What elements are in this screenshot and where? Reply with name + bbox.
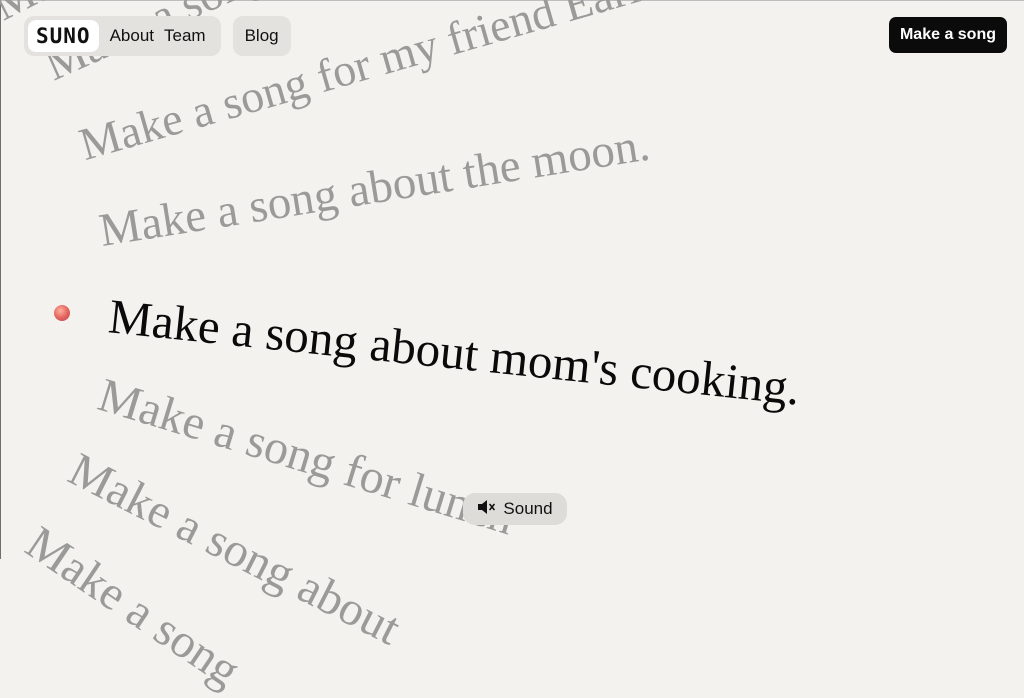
speaker-muted-icon xyxy=(477,499,497,520)
sound-toggle-button[interactable]: Sound xyxy=(463,493,567,525)
nav-link-team[interactable]: Team xyxy=(159,26,211,46)
nav-group: SUNO About Team xyxy=(24,16,221,56)
top-nav: SUNO About Team Blog xyxy=(24,16,291,56)
nav-link-blog-pill[interactable]: Blog xyxy=(232,16,291,56)
make-a-song-button[interactable]: Make a song xyxy=(888,17,1007,53)
window-left-edge xyxy=(0,0,1,559)
active-prompt-indicator xyxy=(54,305,70,321)
prompt-line-active: Make a song about mom's cooking. xyxy=(106,288,803,416)
nav-link-about[interactable]: About xyxy=(105,26,159,46)
sound-label: Sound xyxy=(503,499,553,518)
suno-logo[interactable]: SUNO xyxy=(28,20,99,52)
nav-link-blog[interactable]: Blog xyxy=(245,26,279,46)
